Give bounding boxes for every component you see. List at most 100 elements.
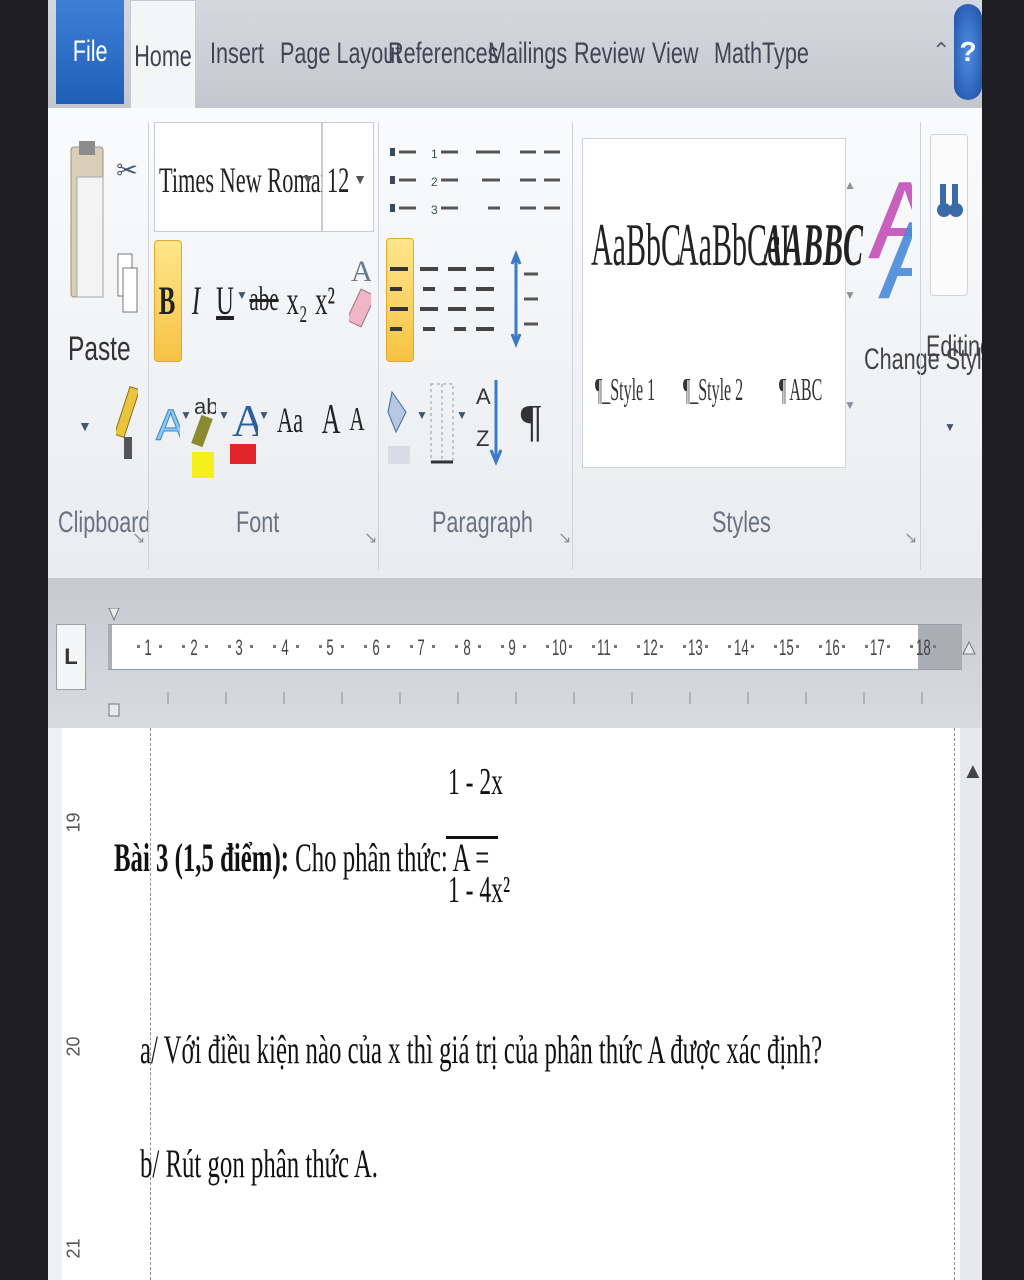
clear-formatting-icon[interactable]: A <box>348 240 372 332</box>
paste-label[interactable]: Paste <box>68 330 131 369</box>
styles-group-label: Styles <box>712 506 771 539</box>
borders-icon[interactable] <box>428 378 456 468</box>
find-icon[interactable] <box>930 134 968 296</box>
font-name-combo[interactable]: Times New Roman ▼ <box>154 122 332 232</box>
help-button[interactable]: ? <box>954 4 982 100</box>
editing-button[interactable]: Editing <box>926 330 982 364</box>
text-effects-icon[interactable]: A <box>154 370 181 470</box>
chevron-up-icon[interactable]: ▲ <box>844 178 856 192</box>
ruler-number: 1 <box>144 635 152 660</box>
paste-dropdown-icon[interactable]: ▼ <box>78 418 92 434</box>
ruler-tick <box>728 645 732 648</box>
horizontal-ruler[interactable]: 1 2 3 4 5 6 7 8 9 10 11 12 13 14 15 16 17 18 <box>108 624 962 670</box>
vertical-ruler-number: 19 <box>63 812 84 833</box>
ruler-number: 4 <box>280 635 289 660</box>
tab-mailings[interactable]: Mailings <box>488 0 567 108</box>
strikethrough-button[interactable]: abe <box>249 240 278 360</box>
svg-text:1: 1 <box>431 147 438 161</box>
svg-text:ab: ab <box>194 394 216 419</box>
underline-dropdown-icon[interactable]: ▼ <box>236 288 248 302</box>
ruler-tick <box>432 645 436 648</box>
superscript-button[interactable]: x² <box>315 240 335 360</box>
grow-font-button[interactable]: A <box>322 370 341 470</box>
svg-text:2: 2 <box>431 175 438 189</box>
tab-file[interactable]: File <box>56 0 124 104</box>
tab-selector[interactable]: L <box>56 624 86 690</box>
paragraph-launcher-icon[interactable]: ↘ <box>558 528 571 548</box>
shading-dropdown-icon[interactable]: ▼ <box>416 408 428 422</box>
tab-page-layout[interactable]: Page Layout <box>280 0 401 108</box>
ruler-tick <box>500 645 504 648</box>
font-color-icon[interactable]: A <box>228 370 258 470</box>
indent-icon[interactable] <box>518 138 562 228</box>
paste-icon[interactable] <box>66 136 108 308</box>
line-spacing-icon[interactable] <box>510 244 540 354</box>
group-separator <box>148 122 149 570</box>
vertical-ruler[interactable]: 19 20 21 <box>62 728 85 1280</box>
chevron-down-icon[interactable]: ▼ <box>301 171 315 187</box>
ruler-tick <box>705 645 709 648</box>
vertical-scrollbar[interactable]: ▲ <box>960 728 982 1280</box>
ruler-tick <box>523 645 527 648</box>
svg-text:A: A <box>351 255 371 288</box>
font-launcher-icon[interactable]: ↘ <box>364 528 377 548</box>
ruler-tick <box>819 645 823 648</box>
align-right-icon[interactable] <box>444 238 470 360</box>
font-color-dropdown-icon[interactable]: ▼ <box>258 408 270 422</box>
tab-insert[interactable]: Insert <box>210 0 264 108</box>
document-page[interactable]: Bài 3 (1,5 điểm): Cho phân thức: A = 1 -… <box>84 728 960 1280</box>
tab-file-label: File <box>72 35 108 68</box>
ruler-tick <box>250 645 254 648</box>
tab-view[interactable]: View <box>652 0 698 108</box>
numbering-icon[interactable]: 1 2 3 <box>430 138 460 228</box>
cut-icon[interactable]: ✂ <box>114 138 140 202</box>
minimize-ribbon-icon[interactable]: ⌃ <box>932 38 950 64</box>
tab-mathtype[interactable]: MathType <box>714 0 809 108</box>
ruler-number: 15 <box>779 635 794 660</box>
text-boundary-right <box>954 728 955 1280</box>
italic-button[interactable]: I <box>189 240 204 360</box>
style-name: ¶_Style 2 <box>683 371 744 407</box>
copy-icon[interactable] <box>114 248 140 318</box>
style-preview[interactable]: AaBbC <box>591 211 681 280</box>
change-case-button[interactable]: Aa <box>277 370 303 470</box>
svg-text:A: A <box>476 384 491 409</box>
editing-dropdown-icon[interactable]: ▼ <box>944 420 956 434</box>
show-formatting-icon[interactable]: ¶ <box>518 370 544 470</box>
scroll-up-icon[interactable]: ▲ <box>962 758 982 784</box>
change-styles-icon[interactable]: AA <box>868 138 912 308</box>
justify-icon[interactable] <box>472 238 498 360</box>
fraction-bar <box>446 836 498 839</box>
shrink-font-button[interactable]: A <box>349 370 365 470</box>
ruler-tick <box>159 645 163 648</box>
styles-gallery-scroll[interactable]: ▲ ▼ ▼ <box>844 168 860 468</box>
word-window: File Home Insert Page Layout References … <box>48 0 982 1280</box>
tab-home[interactable]: Home <box>130 0 196 113</box>
more-styles-icon[interactable]: ▼ <box>844 398 856 412</box>
bullets-icon[interactable] <box>388 138 418 228</box>
tab-references[interactable]: References <box>388 0 498 108</box>
align-center-icon[interactable] <box>416 238 442 360</box>
ruler-tick <box>455 645 459 648</box>
subscript-button[interactable]: x₂ <box>286 240 307 360</box>
svg-text:A: A <box>232 395 258 446</box>
chevron-down-icon[interactable]: ▼ <box>353 171 367 187</box>
align-left-icon[interactable] <box>386 238 412 360</box>
bold-button[interactable]: B <box>159 240 176 360</box>
right-indent-marker-icon[interactable] <box>960 624 978 668</box>
format-painter-icon[interactable] <box>114 384 140 464</box>
font-size-combo[interactable]: 12 ▼ <box>322 122 374 232</box>
svg-text:Z: Z <box>476 426 489 451</box>
ruler-tick <box>614 645 618 648</box>
tab-review[interactable]: Review <box>574 0 645 108</box>
shading-icon[interactable] <box>386 372 416 472</box>
sort-icon[interactable]: AZ <box>476 370 502 470</box>
multilevel-list-icon[interactable] <box>472 138 502 228</box>
highlight-color-icon[interactable]: ab <box>190 370 216 480</box>
borders-dropdown-icon[interactable]: ▼ <box>456 408 468 422</box>
underline-button[interactable]: U <box>216 240 234 360</box>
styles-launcher-icon[interactable]: ↘ <box>904 528 917 548</box>
ruler-tick <box>364 645 368 648</box>
chevron-down-icon[interactable]: ▼ <box>844 288 856 302</box>
clipboard-launcher-icon[interactable]: ↘ <box>132 528 145 548</box>
